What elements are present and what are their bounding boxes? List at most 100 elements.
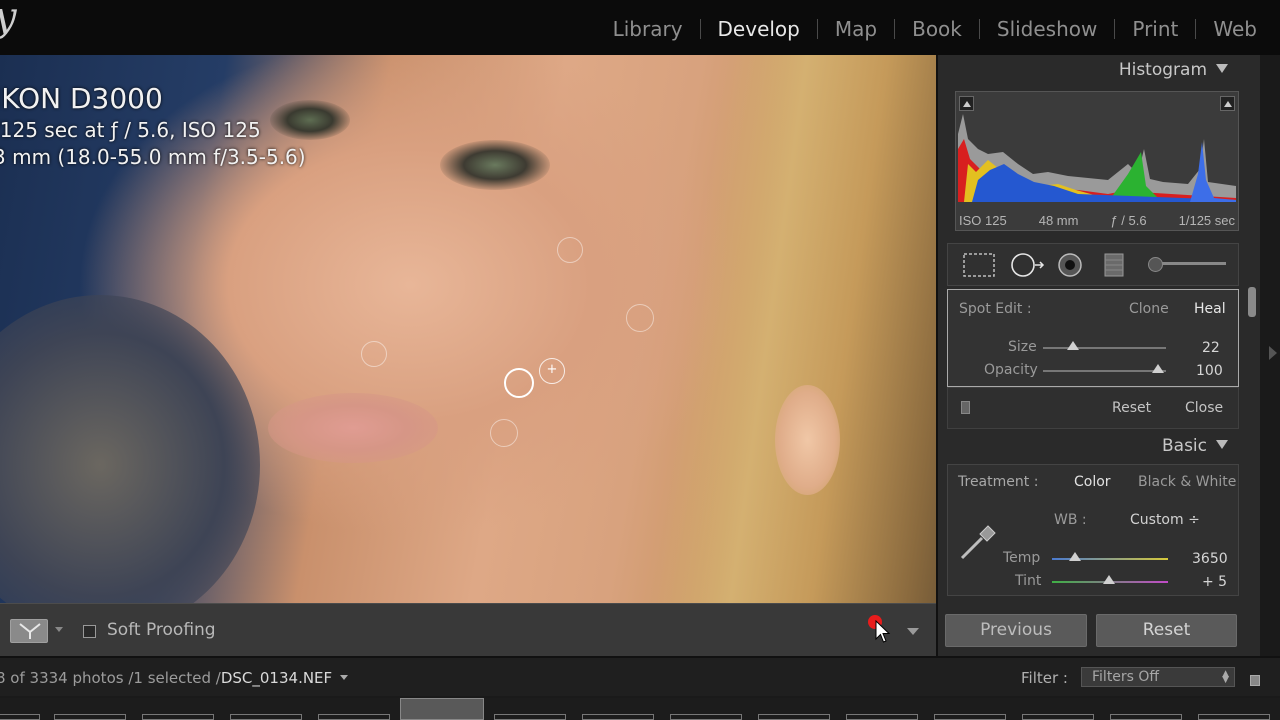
right-panel: Histogram ISO 125 48 mm ƒ / 5.6 1/125 se…: [936, 55, 1260, 656]
filmstrip-toggle-icon[interactable]: [1250, 675, 1260, 686]
crop-overlay-icon[interactable]: [962, 252, 996, 278]
tool-strip: [947, 243, 1239, 286]
spot-pin-selected[interactable]: [504, 368, 534, 398]
module-print[interactable]: Print: [1115, 17, 1195, 41]
module-web[interactable]: Web: [1196, 17, 1274, 41]
module-library[interactable]: Library: [596, 17, 700, 41]
wb-label: WB :: [1054, 512, 1087, 528]
info-lens: 3 mm (18.0-55.0 mm f/3.5-5.6): [0, 145, 306, 169]
graduated-filter-icon[interactable]: [1102, 252, 1126, 278]
develop-toolbar: Soft Proofing: [0, 603, 936, 656]
opacity-slider-thumb[interactable]: [1152, 364, 1164, 373]
module-book[interactable]: Book: [895, 17, 979, 41]
tint-value[interactable]: + 5: [1202, 574, 1227, 590]
filter-select[interactable]: Filters Off ▲ ▼: [1081, 667, 1235, 687]
photo-canvas[interactable]: IKON D3000 /125 sec at ƒ / 5.6, ISO 125 …: [0, 55, 936, 603]
info-overlay: IKON D3000 /125 sec at ƒ / 5.6, ISO 125 …: [0, 81, 306, 171]
histogram-header[interactable]: Histogram: [1119, 60, 1228, 80]
filmstrip-thumbnail[interactable]: [582, 714, 654, 720]
size-slider-track[interactable]: [1043, 347, 1166, 349]
spot-source-pin[interactable]: [539, 358, 565, 384]
tint-label: Tint: [1015, 573, 1042, 589]
white-balance-eyedropper-icon[interactable]: [958, 520, 1000, 562]
size-value[interactable]: 22: [1202, 340, 1220, 356]
filmstrip-thumbnail[interactable]: [230, 714, 302, 720]
opacity-slider-track[interactable]: [1043, 370, 1166, 372]
ear-region: [775, 385, 840, 495]
highlight-clipping-indicator[interactable]: [1220, 96, 1235, 111]
spot-mode-clone[interactable]: Clone: [1129, 301, 1169, 317]
spot-close-button[interactable]: Close: [1185, 400, 1223, 416]
module-picker-bar: y Library Develop Map Book Slideshow Pri…: [0, 0, 1280, 55]
toolbar-menu-chevron-icon[interactable]: [907, 628, 919, 635]
soft-proofing-label[interactable]: Soft Proofing: [107, 620, 216, 640]
filmstrip-thumbnail[interactable]: [318, 714, 390, 720]
size-slider-thumb[interactable]: [1067, 341, 1079, 350]
filmstrip-thumbnail[interactable]: [54, 714, 126, 720]
spot-removal-icon[interactable]: [1008, 252, 1048, 278]
spot-pin[interactable]: [626, 304, 654, 332]
filter-value: Filters Off: [1092, 669, 1160, 685]
selected-filename: DSC_0134.NEF: [220, 669, 333, 687]
filmstrip-thumbnail[interactable]: [0, 714, 40, 720]
panel-switch-icon[interactable]: [961, 401, 970, 414]
view-mode-button[interactable]: [10, 619, 48, 643]
spot-pin[interactable]: [557, 237, 583, 263]
info-exposure: /125 sec at ƒ / 5.6, ISO 125: [0, 118, 261, 142]
collapse-triangle-icon: [1216, 64, 1228, 73]
module-map[interactable]: Map: [818, 17, 894, 41]
filmstrip-thumbnail[interactable]: [758, 714, 830, 720]
temp-value[interactable]: 3650: [1192, 551, 1228, 567]
tint-slider-thumb[interactable]: [1103, 575, 1115, 584]
filmstrip-thumbnail[interactable]: [1110, 714, 1182, 720]
spot-mode-heal[interactable]: Heal: [1194, 301, 1226, 317]
treatment-black-white[interactable]: Black & White: [1138, 474, 1236, 490]
filmstrip-thumbnail[interactable]: [1022, 714, 1094, 720]
basic-panel: Treatment : Color Black & White WB : Cus…: [947, 464, 1239, 596]
chevron-down-icon[interactable]: [55, 627, 63, 632]
red-eye-correction-icon[interactable]: [1055, 252, 1085, 278]
shadow-clipping-indicator[interactable]: [959, 96, 974, 111]
temp-label: Temp: [1003, 550, 1041, 566]
opacity-label: Opacity: [984, 362, 1038, 378]
info-camera: IKON D3000: [0, 82, 163, 115]
basic-header[interactable]: Basic: [1162, 436, 1228, 456]
filmstrip-source[interactable]: 8 of 3334 photos /1 selected /DSC_0134.N…: [0, 669, 349, 687]
treatment-color[interactable]: Color: [1074, 474, 1111, 490]
histogram[interactable]: ISO 125 48 mm ƒ / 5.6 1/125 sec: [955, 91, 1239, 231]
filmstrip-thumbnail-selected[interactable]: [400, 698, 484, 720]
before-after-icon: [19, 623, 41, 639]
adjustment-brush-icon[interactable]: [1148, 257, 1226, 272]
opacity-value[interactable]: 100: [1196, 363, 1223, 379]
spot-reset-button[interactable]: Reset: [1112, 400, 1151, 416]
filmstrip-thumbnail[interactable]: [934, 714, 1006, 720]
select-arrows-icon: ▲ ▼: [1222, 669, 1229, 685]
previous-button[interactable]: Previous: [945, 614, 1087, 647]
panel-scrollbar[interactable]: [1248, 287, 1256, 317]
eye-right: [440, 140, 550, 190]
histogram-focal: 48 mm: [1038, 213, 1079, 228]
histogram-iso: ISO 125: [959, 213, 1007, 228]
filmstrip-thumbnail[interactable]: [494, 714, 566, 720]
treatment-label: Treatment :: [958, 474, 1039, 490]
right-panel-toggle-icon[interactable]: [1269, 346, 1277, 360]
filmstrip-thumbnail[interactable]: [142, 714, 214, 720]
spot-edit-panel: Spot Edit : Clone Heal Size 22 Opacity 1…: [947, 289, 1239, 387]
reset-button[interactable]: Reset: [1096, 614, 1237, 647]
filmstrip-thumbnail[interactable]: [1198, 714, 1270, 720]
spot-pin[interactable]: [361, 341, 387, 367]
histogram-graph: [958, 94, 1236, 202]
background-rocks: [0, 295, 260, 603]
mouse-cursor-icon: [875, 620, 891, 643]
filmstrip-thumbnail[interactable]: [846, 714, 918, 720]
filmstrip-header: 8 of 3334 photos /1 selected /DSC_0134.N…: [0, 656, 1280, 696]
temp-slider-thumb[interactable]: [1069, 552, 1081, 561]
module-develop[interactable]: Develop: [701, 17, 817, 41]
wb-select[interactable]: Custom ÷: [1130, 512, 1200, 528]
module-picker: Library Develop Map Book Slideshow Print…: [596, 17, 1274, 41]
filmstrip-thumbnail[interactable]: [670, 714, 742, 720]
module-slideshow[interactable]: Slideshow: [980, 17, 1115, 41]
soft-proofing-checkbox[interactable]: [83, 625, 96, 638]
histogram-aperture: ƒ / 5.6: [1110, 213, 1147, 228]
spot-pin[interactable]: [490, 419, 518, 447]
